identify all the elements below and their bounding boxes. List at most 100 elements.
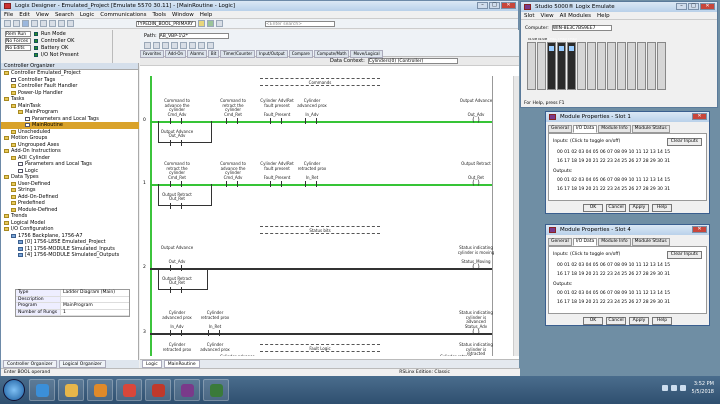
search-icon[interactable] (216, 20, 223, 27)
empty-chassis-slot[interactable] (597, 42, 606, 90)
taskbar-app[interactable] (203, 379, 229, 401)
path-select[interactable]: AB_VBP-1\2* (158, 33, 229, 39)
empty-chassis-slot[interactable] (607, 42, 616, 90)
close-button[interactable]: ✕ (501, 2, 516, 9)
xic-icon[interactable] (162, 42, 169, 49)
ladder-diagram[interactable]: Commands Status bits Fault Logic 0 Command t… (140, 76, 512, 356)
dialog-tab-i-o-data[interactable]: I/O Data (572, 238, 598, 246)
emulate-menu-all-modules[interactable]: All Modules (560, 12, 591, 19)
typein-select[interactable]: TYPEDIN_BOOL_PRIMARY (136, 20, 196, 27)
menu-tools[interactable]: Tools (152, 11, 166, 18)
dialog-ok-button[interactable]: OK (583, 317, 603, 325)
paste-icon[interactable] (49, 20, 56, 27)
taskbar-app[interactable] (145, 379, 171, 401)
tree-node[interactable]: [4] 1756-MODULE Simulated_Outputs (1, 252, 139, 259)
edits-select[interactable]: No Edits (5, 44, 31, 51)
ote-icon[interactable] (180, 42, 187, 49)
ladder-scrollbar[interactable] (513, 76, 519, 356)
sheet-tab[interactable]: Logic (142, 360, 162, 368)
emulate-titlebar[interactable]: Studio 5000® Logix Emulate – □ ✕ (521, 2, 717, 12)
xic-contact[interactable] (305, 118, 317, 124)
chassis-slot[interactable]: 02-SIM (537, 38, 547, 90)
xic-contact[interactable] (170, 140, 182, 146)
new-icon[interactable] (4, 20, 11, 27)
clock[interactable]: 3:52 PM 5/5/2018 (692, 380, 714, 396)
emulate-minimize-button[interactable]: – (676, 3, 687, 10)
taskbar-app[interactable] (29, 379, 55, 401)
instruction-tab[interactable]: Add-On (165, 50, 187, 58)
instruction-tab[interactable]: Timer/Counter (220, 50, 256, 58)
emulate-menu-help[interactable]: Help (597, 12, 610, 19)
dialog-help-button[interactable]: Help (652, 204, 672, 212)
menu-file[interactable]: File (4, 11, 13, 18)
rung-icon[interactable] (144, 42, 151, 49)
undo-icon[interactable] (58, 20, 65, 27)
online-icon[interactable] (207, 20, 214, 27)
dialog-tab-module-status[interactable]: Module Status (631, 125, 670, 133)
start-button[interactable] (3, 379, 25, 401)
cut-icon[interactable] (31, 20, 38, 27)
empty-chassis-slot[interactable] (617, 42, 626, 90)
main-titlebar[interactable]: Logix Designer - Emulated_Project [Emula… (1, 1, 518, 11)
dialog-tab-general[interactable]: General (548, 125, 572, 133)
dialog-tab-module-status[interactable]: Module Status (631, 238, 670, 246)
xic-contact[interactable] (208, 330, 220, 336)
ote-coil[interactable]: ( ) (470, 117, 482, 125)
dialog-ok-button[interactable]: OK (583, 204, 603, 212)
network-icon[interactable] (671, 385, 677, 391)
instruction-tab[interactable]: Move/Logical (350, 50, 383, 58)
instruction-tab[interactable]: Input/Output (256, 50, 288, 58)
xic-contact[interactable] (226, 181, 238, 187)
taskbar-app[interactable] (174, 379, 200, 401)
forces-select[interactable]: No Forces (5, 37, 31, 44)
emulate-close-button[interactable]: ✕ (700, 3, 715, 10)
dialog-cancel-button[interactable]: Cancel (606, 317, 626, 325)
chassis-slot[interactable]: 1756-MOD (567, 38, 577, 90)
dialog-close-button[interactable]: ✕ (692, 226, 707, 233)
otl-icon[interactable] (189, 42, 196, 49)
verify-icon[interactable] (198, 20, 205, 27)
chassis-slot[interactable]: 1756-MOD (557, 38, 567, 90)
emulate-menu-view[interactable]: View (541, 12, 554, 19)
menu-communications[interactable]: Communications (100, 11, 146, 18)
dialog-cancel-button[interactable]: Cancel (606, 204, 626, 212)
dialog-tab-general[interactable]: General (548, 238, 572, 246)
taskbar-app[interactable] (116, 379, 142, 401)
ons-icon[interactable] (207, 42, 214, 49)
empty-chassis-slot[interactable] (627, 42, 636, 90)
mode-select[interactable]: Rem Run (5, 30, 31, 37)
dialog-apply-button[interactable]: Apply (629, 204, 649, 212)
menu-search[interactable]: Search (55, 11, 74, 18)
emulate-maximize-button[interactable]: □ (688, 3, 699, 10)
taskbar-app[interactable] (58, 379, 84, 401)
menu-window[interactable]: Window (172, 11, 194, 18)
redo-icon[interactable] (67, 20, 74, 27)
save-icon[interactable] (22, 20, 29, 27)
xic-contact[interactable] (270, 118, 282, 124)
xio-icon[interactable] (171, 42, 178, 49)
maximize-button[interactable]: □ (489, 2, 500, 9)
empty-chassis-slot[interactable] (577, 42, 586, 90)
menu-logic[interactable]: Logic (80, 11, 94, 18)
volume-icon[interactable] (680, 385, 686, 391)
empty-chassis-slot[interactable] (637, 42, 646, 90)
ote-coil[interactable]: ( ) (470, 180, 482, 188)
instruction-tab[interactable]: Favorites (140, 50, 165, 58)
copy-icon[interactable] (40, 20, 47, 27)
dialog-help-button[interactable]: Help (652, 317, 672, 325)
dialog-apply-button[interactable]: Apply (629, 317, 649, 325)
input-bit-row[interactable]: 16 17 18 19 20 21 22 23 24 25 26 27 28 2… (557, 159, 670, 164)
dialog-titlebar[interactable]: Module Properties - Slot 1 ✕ (546, 112, 709, 122)
data-context-select[interactable]: Cylinders(0) (Controller) (367, 58, 458, 64)
instruction-tab[interactable]: Alarms (187, 50, 207, 58)
xic-contact[interactable] (305, 181, 317, 187)
chassis-slot[interactable]: 1756-L85 (547, 38, 557, 90)
input-bit-row[interactable]: 16 17 18 19 20 21 22 23 24 25 26 27 28 2… (557, 272, 670, 277)
ote-coil[interactable]: ( ) (470, 264, 482, 272)
taskbar-app[interactable] (87, 379, 113, 401)
emulate-menu-slot[interactable]: Slot (524, 12, 535, 19)
organizer-tab[interactable]: Logical Organizer (58, 360, 106, 368)
xic-contact[interactable] (170, 330, 182, 336)
xic-contact[interactable] (226, 118, 238, 124)
dialog-close-button[interactable]: ✕ (692, 113, 707, 120)
